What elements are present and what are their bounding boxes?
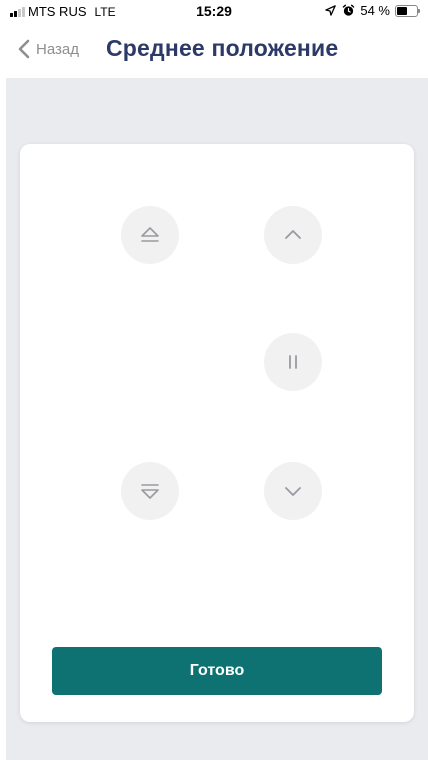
- back-label: Назад: [36, 40, 79, 58]
- up-button[interactable]: [264, 206, 322, 264]
- chevron-left-icon: [18, 39, 30, 59]
- navigation-bar: Назад Среднее положение: [0, 22, 428, 78]
- back-button[interactable]: Назад: [18, 39, 79, 59]
- close-full-icon: [141, 484, 159, 499]
- open-full-button[interactable]: [121, 206, 179, 264]
- battery-percent: 54 %: [360, 3, 390, 18]
- battery-level: [397, 6, 407, 15]
- battery-icon: [395, 4, 420, 17]
- status-right: 54 %: [324, 3, 420, 18]
- location-arrow-icon: [325, 5, 337, 16]
- close-full-button[interactable]: [121, 462, 179, 520]
- control-card: Готово: [20, 144, 414, 722]
- chevron-down-icon: [285, 487, 301, 496]
- chevron-up-icon: [285, 230, 301, 239]
- page-title: Среднее положение: [106, 35, 339, 61]
- pause-button[interactable]: [264, 333, 322, 391]
- open-full-icon: [141, 227, 159, 242]
- alarm-icon: [343, 4, 355, 16]
- status-bar: MTS RUS LTE 15:29 54 %: [0, 0, 428, 22]
- down-button[interactable]: [264, 462, 322, 520]
- done-button[interactable]: Готово: [52, 647, 382, 695]
- content-area: Готово: [6, 78, 428, 760]
- pause-icon: [289, 355, 297, 369]
